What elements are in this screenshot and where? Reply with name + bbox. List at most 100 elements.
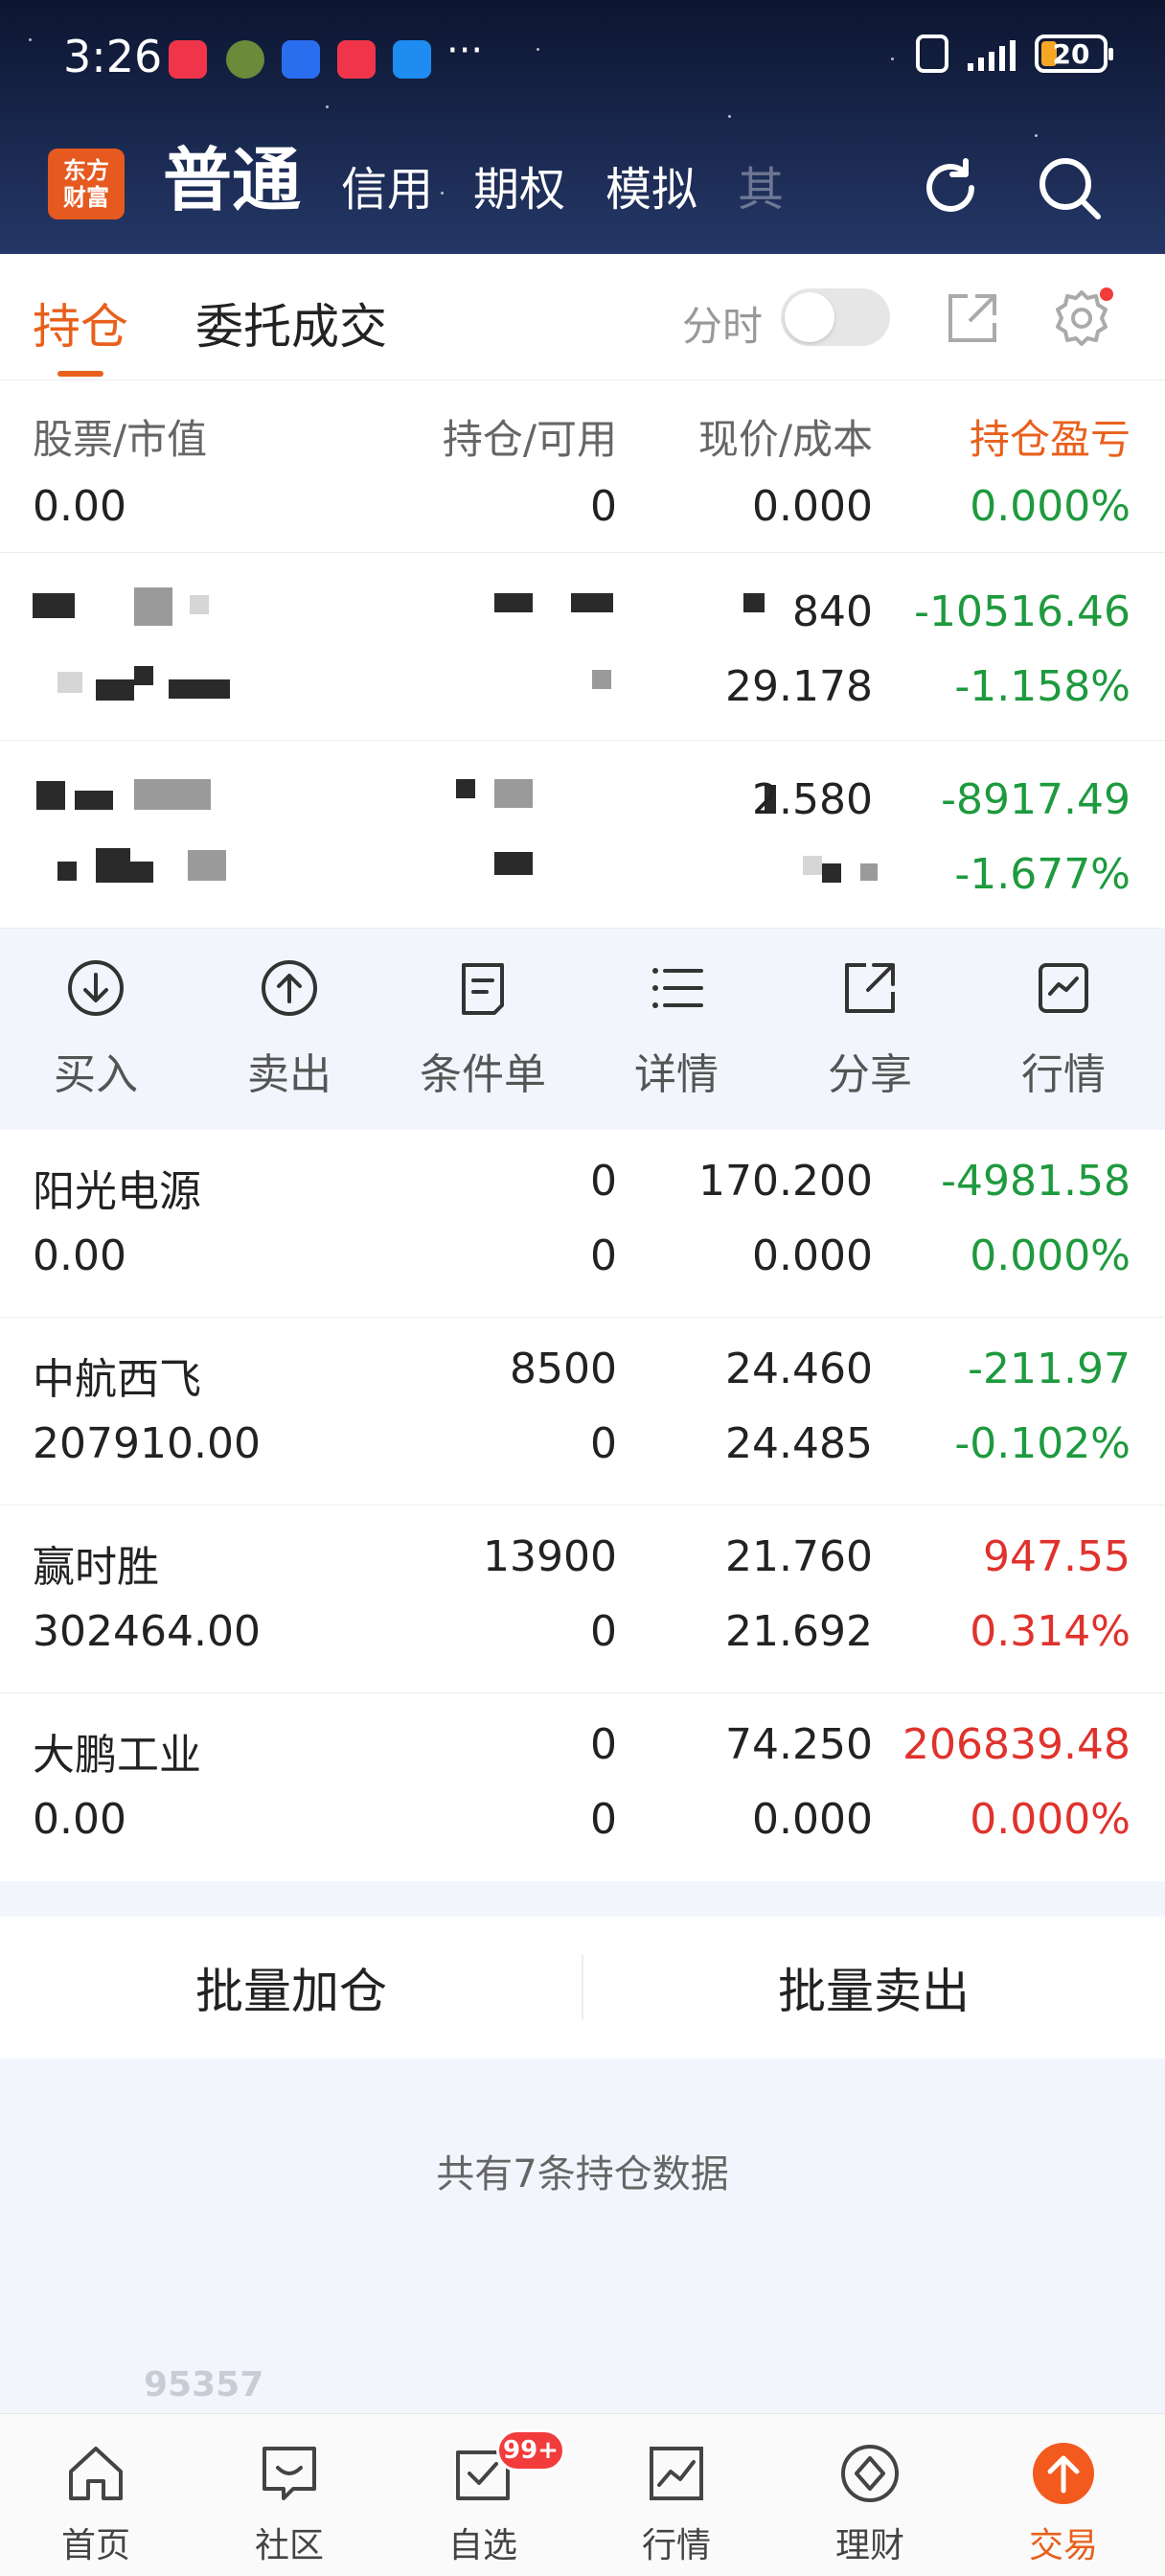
battery-icon: 20 xyxy=(1035,34,1113,73)
chart-square-icon xyxy=(1039,963,1088,1013)
stock-cost: 24.485 xyxy=(725,1419,873,1468)
quotes-button[interactable]: 行情 xyxy=(987,957,1140,1101)
home-icon xyxy=(69,2447,123,2500)
logo-text-line1: 东方 xyxy=(63,156,109,184)
watchlist-badge: 99+ xyxy=(496,2429,565,2472)
table-row-masked-1[interactable]: 840 -10516.46 29.178 -1.158% xyxy=(0,553,1165,741)
stock-available: 0 xyxy=(590,1607,617,1656)
stock-value: 0.00 xyxy=(33,1795,126,1844)
nav-watchlist-label: 自选 xyxy=(447,2526,517,2565)
sell-label: 卖出 xyxy=(247,1050,331,1099)
details-label: 详情 xyxy=(634,1050,719,1099)
batch-sell-button[interactable]: 批量卖出 xyxy=(582,1917,1165,2058)
masked-block xyxy=(96,679,134,701)
fenshi-toggle[interactable] xyxy=(781,288,890,346)
stock-name: 阳光电源 xyxy=(33,1167,201,1216)
masked-block xyxy=(96,848,130,883)
tab-normal[interactable]: 普通 xyxy=(163,124,301,230)
search-icon[interactable] xyxy=(1035,153,1104,222)
nav-market[interactable]: 行情 xyxy=(609,2439,743,2567)
stock-pnl-percent: 0.000% xyxy=(970,1231,1131,1280)
masked-row-2-price: 2.580 xyxy=(752,775,873,824)
header-stock-value[interactable]: 股票/市值 xyxy=(33,407,207,466)
header-pnl[interactable]: 持仓盈亏 xyxy=(970,407,1131,466)
masked-row-1-pnl: -10516.46 xyxy=(914,587,1131,636)
signal-icon xyxy=(968,36,1016,71)
holdings-table: 股票/市值 持仓/可用 现价/成本 持仓盈亏 0.00 0 0.000 0.00… xyxy=(0,380,1165,1881)
nav-home-label: 首页 xyxy=(60,2526,130,2565)
masked-block xyxy=(75,791,113,810)
masked-block xyxy=(57,862,77,881)
buy-button[interactable]: 买入 xyxy=(19,957,172,1101)
masked-block xyxy=(803,856,822,875)
nav-market-label: 行情 xyxy=(641,2526,711,2565)
header-position-available[interactable]: 持仓/可用 xyxy=(443,407,617,466)
stock-position: 0 xyxy=(590,1157,617,1206)
more-notifications-icon: ··· xyxy=(446,29,484,73)
nav-finance[interactable]: 理财 xyxy=(803,2439,937,2567)
table-row[interactable]: 中航西飞 8500 24.460 -211.97 207910.00 0 24.… xyxy=(0,1318,1165,1506)
share-button[interactable]: 分享 xyxy=(793,957,947,1101)
battery-level: 20 xyxy=(1052,37,1090,70)
masked-block xyxy=(822,863,841,883)
tab-orders[interactable]: 委托成交 xyxy=(195,288,387,357)
header-price-cost[interactable]: 现价/成本 xyxy=(698,407,873,466)
table-row[interactable]: 阳光电源 0 170.200 -4981.58 0.00 0 0.000 0.0… xyxy=(0,1130,1165,1318)
refresh-icon[interactable] xyxy=(916,153,985,222)
app-notification-icon xyxy=(169,40,207,79)
stock-cost: 0.000 xyxy=(752,1231,873,1280)
stock-pnl-percent: 0.000% xyxy=(970,1795,1131,1844)
tab-options[interactable]: 期权 xyxy=(473,151,565,230)
masked-row-2-pnl: -8917.49 xyxy=(941,775,1131,824)
tab-holdings[interactable]: 持仓 xyxy=(33,288,128,357)
details-button[interactable]: 详情 xyxy=(600,957,753,1101)
conditional-order-button[interactable]: 条件单 xyxy=(406,957,560,1101)
stock-value: 207910.00 xyxy=(33,1419,261,1468)
stock-position: 13900 xyxy=(483,1532,617,1581)
stock-pnl: 947.55 xyxy=(983,1532,1131,1581)
nav-trade[interactable]: 交易 xyxy=(996,2439,1131,2567)
stock-cost: 0.000 xyxy=(752,1795,873,1844)
total-cost: 0.000 xyxy=(752,482,873,531)
stock-price: 74.250 xyxy=(725,1720,873,1769)
stock-name: 大鹏工业 xyxy=(33,1731,201,1780)
nav-community[interactable]: 社区 xyxy=(222,2439,356,2567)
table-row[interactable]: 大鹏工业 0 74.250 206839.48 0.00 0 0.000 0.0… xyxy=(0,1693,1165,1881)
tab-simulation[interactable]: 模拟 xyxy=(605,151,697,230)
tab-credit[interactable]: 信用 xyxy=(341,151,433,230)
app-logo: 东方 财富 xyxy=(48,149,125,219)
stock-pnl-percent: 0.314% xyxy=(970,1607,1131,1656)
stock-value: 302464.00 xyxy=(33,1607,261,1656)
masked-block xyxy=(494,852,533,875)
stock-value: 0.00 xyxy=(33,1231,126,1280)
table-row[interactable]: 赢时胜 13900 21.760 947.55 302464.00 0 21.6… xyxy=(0,1506,1165,1693)
diamond-circle-icon xyxy=(841,2445,899,2502)
arrow-up-circle-icon xyxy=(262,960,317,1016)
sell-button[interactable]: 卖出 xyxy=(213,957,366,1101)
share-label: 分享 xyxy=(828,1050,912,1099)
row-actions-bar: 买入 卖出 条件单 详情 分享 行情 xyxy=(0,929,1165,1130)
trade-arrow-icon xyxy=(1033,2443,1094,2504)
total-pnl-percent: 0.000% xyxy=(970,482,1131,531)
system-icons: 20 xyxy=(916,34,1113,73)
nav-community-label: 社区 xyxy=(254,2526,324,2565)
masked-block xyxy=(592,670,611,689)
masked-block xyxy=(169,679,230,699)
tab-other[interactable]: 其 xyxy=(738,151,784,230)
export-icon[interactable] xyxy=(943,288,1002,348)
nav-finance-label: 理财 xyxy=(834,2526,904,2565)
app3-notification-icon xyxy=(337,40,376,79)
batch-add-button[interactable]: 批量加仓 xyxy=(0,1917,582,2058)
total-value: 0.00 xyxy=(33,482,126,531)
table-row-masked-2[interactable]: 2.580 -8917.49 -1.677% xyxy=(0,741,1165,929)
settings-notification-dot xyxy=(1100,288,1113,301)
status-bar: 3:26 ··· 20 xyxy=(0,29,1165,90)
masked-block xyxy=(130,862,153,883)
stock-price: 170.200 xyxy=(698,1157,873,1206)
nav-trade-label: 交易 xyxy=(1028,2526,1098,2565)
stock-price: 21.760 xyxy=(725,1532,873,1581)
nav-home[interactable]: 首页 xyxy=(29,2439,163,2567)
nav-watchlist[interactable]: 99+ 自选 xyxy=(416,2429,565,2567)
masked-row-1-price: 840 xyxy=(792,587,873,636)
masked-block xyxy=(456,779,475,798)
